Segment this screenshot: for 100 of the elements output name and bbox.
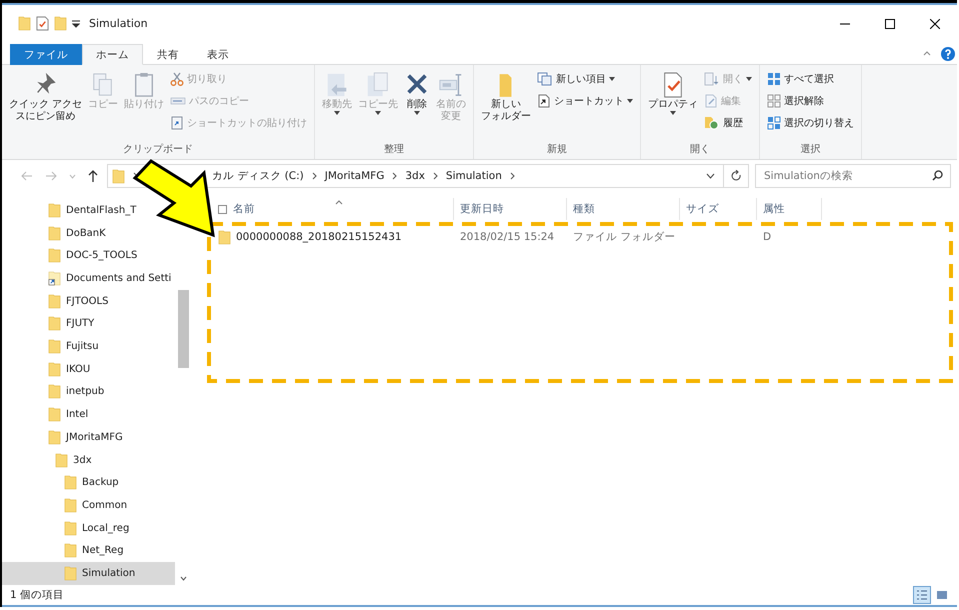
properties-icon[interactable]: [36, 16, 49, 31]
folder-icon: [64, 498, 77, 513]
ribbon-button[interactable]: すべて選択: [765, 69, 856, 89]
ribbon-tab[interactable]: 表示: [193, 44, 243, 65]
column-header[interactable]: 名前: [212, 198, 454, 220]
ribbon-tab[interactable]: 共有: [143, 44, 193, 65]
breadcrumb[interactable]: 3dx: [405, 170, 425, 182]
new-item-icon: [537, 72, 554, 86]
sidebar-item[interactable]: inetpub: [2, 380, 106, 404]
minimize-icon: [840, 22, 850, 24]
breadcrumb[interactable]: Simulation: [446, 170, 502, 182]
group-label: 選択: [800, 143, 821, 157]
shortcut-icon: [537, 94, 552, 108]
table-cell-text: 2018/02/15 15:24: [459, 231, 554, 243]
ribbon-button[interactable]: 新しい フォルダー: [479, 69, 534, 125]
customize-caret-icon[interactable]: [72, 20, 80, 28]
address-bar[interactable]: カル ディスク (C:) JMoritaMFG 3dx Simulation: [107, 164, 724, 188]
search-icon: [932, 170, 943, 181]
item-count: 1 個の項目: [10, 588, 64, 602]
ribbon-button[interactable]: 新しい項目: [535, 69, 636, 89]
breadcrumb[interactable]: JMoritaMFG: [324, 170, 384, 182]
folder-icon: [48, 339, 61, 354]
sort-caret-icon: [335, 200, 343, 205]
invert-selection-icon: [767, 116, 782, 130]
refresh-button[interactable]: [723, 164, 749, 188]
chevron-right-icon: [392, 172, 398, 180]
window-title: Simulation: [89, 17, 148, 30]
table-cell-text: D: [762, 231, 772, 243]
folder-icon: [64, 520, 77, 536]
ribbon-button[interactable]: 履歴: [702, 113, 754, 133]
column-header[interactable]: 種類: [567, 198, 680, 220]
refresh-icon: [730, 170, 742, 182]
open-icon: [704, 72, 720, 86]
scissors-icon: [170, 72, 184, 86]
breadcrumb[interactable]: カル ディスク (C:): [212, 169, 304, 183]
large-icons-view-icon: [936, 589, 948, 601]
sidebar-item[interactable]: Intel: [2, 403, 90, 426]
ribbon-button[interactable]: 選択解除: [765, 91, 856, 111]
close-icon: [930, 18, 940, 28]
sidebar-item[interactable]: Local_reg: [2, 516, 132, 540]
sidebar-item[interactable]: DentalFlash_T: [2, 199, 138, 222]
chevron-right-icon: [432, 172, 438, 180]
folder-icon: [48, 384, 61, 400]
group-label: 開く: [690, 143, 710, 157]
sidebar-item[interactable]: 3dx: [2, 448, 94, 472]
sidebar-item[interactable]: DoBanK: [2, 222, 108, 244]
dropdown-caret-icon[interactable]: [706, 173, 715, 179]
column-header[interactable]: サイズ: [680, 198, 757, 220]
sidebar-item[interactable]: FJTOOLS: [2, 290, 110, 313]
column-header[interactable]: 更新日時: [454, 198, 567, 220]
checkbox-icon[interactable]: [218, 204, 227, 214]
folder-icon: [48, 362, 61, 377]
sidebar-item[interactable]: Net_Reg: [2, 540, 126, 562]
folder-icon: [64, 543, 77, 558]
sidebar-item[interactable]: Documents and Setti: [2, 267, 174, 290]
folder-icon: [48, 202, 61, 218]
collapse-ribbon-icon[interactable]: [923, 51, 931, 56]
up-icon[interactable]: [88, 170, 98, 182]
edit-icon: [704, 94, 718, 108]
new-folder-icon: [54, 16, 67, 31]
folder-icon: [18, 16, 31, 31]
group-label: 整理: [384, 143, 404, 157]
ribbon-button[interactable]: 削除: [402, 69, 432, 117]
sidebar-item[interactable]: DOC-5_TOOLS: [2, 244, 140, 268]
sidebar-item[interactable]: IKOU: [2, 358, 92, 381]
folder-icon: [112, 168, 125, 184]
sidebar-item[interactable]: Fujitsu: [2, 335, 101, 358]
ribbon-button[interactable]: ショートカット: [535, 91, 636, 111]
table-cell-text: ファイル フォルダー: [572, 230, 676, 244]
scroll-down-icon[interactable]: [180, 576, 187, 581]
sidebar-item[interactable]: FJUTY: [2, 312, 96, 336]
folder-icon: [55, 452, 68, 468]
file-name[interactable]: 0000000088_20180215152431: [218, 230, 402, 244]
folder-icon: [64, 566, 77, 582]
folder-icon: [48, 294, 61, 309]
ribbon-button[interactable]: プロパティ: [646, 69, 700, 117]
sidebar-item[interactable]: Backup: [2, 471, 121, 494]
details-view-icon: [916, 589, 928, 601]
sidebar-item[interactable]: Common: [2, 494, 130, 517]
search-field[interactable]: Simulationの検索: [755, 164, 951, 188]
scrollbar-thumb[interactable]: [178, 290, 189, 368]
sidebar-item[interactable]: Simulation: [2, 562, 175, 585]
folder-icon: [218, 230, 231, 244]
ribbon-button[interactable]: 選択の切り替え: [765, 113, 856, 133]
ribbon-tab[interactable]: ホーム: [82, 44, 143, 65]
ribbon-tab[interactable]: ファイル: [10, 44, 82, 65]
paste-shortcut-icon: [170, 116, 184, 130]
sidebar-item[interactable]: JMoritaMFG: [2, 426, 125, 449]
column-header[interactable]: 属性: [757, 198, 822, 220]
shortcut-folder-icon: [48, 270, 61, 286]
help-icon[interactable]: [941, 46, 955, 60]
group-label: クリップボード: [123, 142, 194, 157]
select-all-icon: [767, 72, 782, 86]
folder-icon: [48, 226, 61, 241]
chevron-right-icon: [510, 172, 515, 180]
chevron-right-icon: [312, 172, 317, 180]
folder-icon: [48, 407, 61, 422]
ribbon-button[interactable]: クイック アクセ スにピン留め: [7, 69, 84, 125]
details-view-button[interactable]: [913, 586, 931, 604]
group-label: 新規: [547, 142, 568, 157]
